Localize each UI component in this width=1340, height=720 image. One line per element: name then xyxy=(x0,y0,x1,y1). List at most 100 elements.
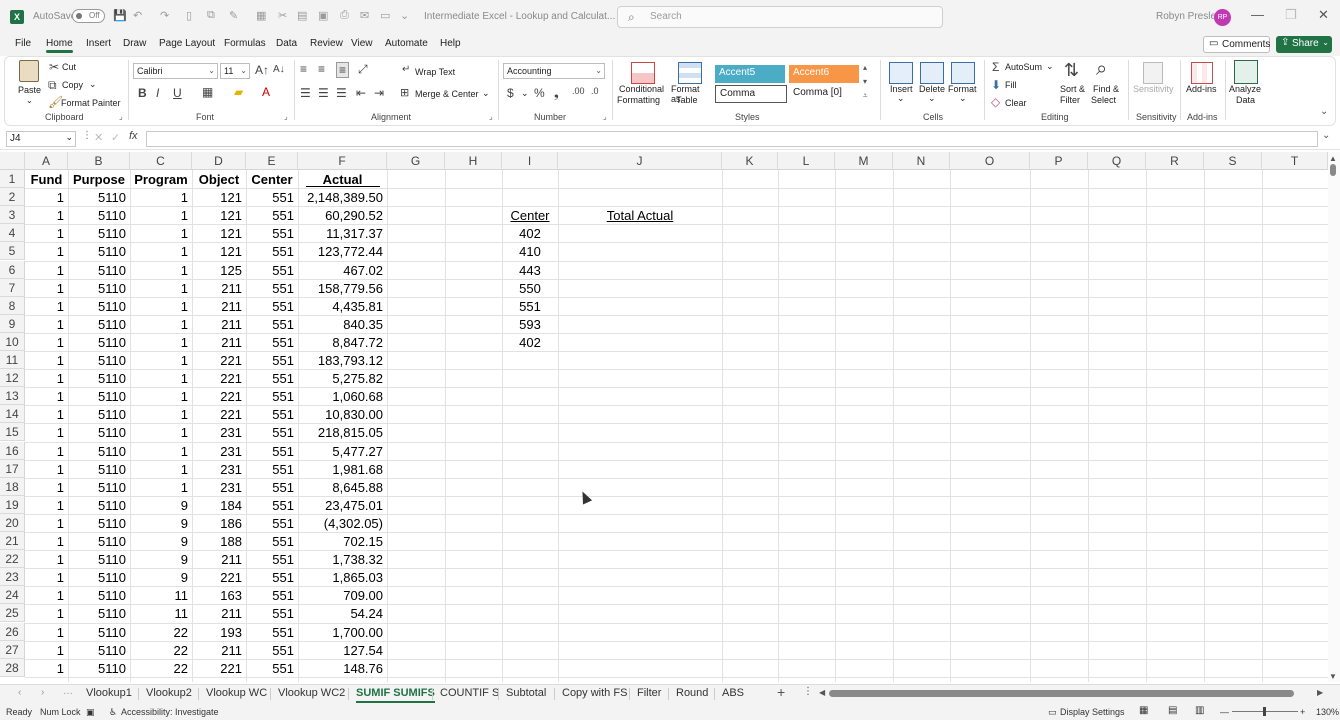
comments-button[interactable]: ▭ Comments xyxy=(1203,36,1270,53)
table-cell[interactable]: 211 xyxy=(192,333,246,351)
doc-qat-icon[interactable]: ▤ xyxy=(297,9,307,22)
table-cell[interactable]: 11 xyxy=(130,604,192,622)
table-cell[interactable]: 1 xyxy=(25,405,68,423)
avatar[interactable]: RP xyxy=(1214,9,1231,26)
prev-sheet-icon[interactable]: ‹ xyxy=(18,687,21,698)
sheet-tab[interactable]: Round xyxy=(676,687,708,699)
table-cell[interactable]: 221 xyxy=(192,369,246,387)
autosum-button[interactable]: AutoSum xyxy=(1005,62,1042,72)
decrease-decimal-icon[interactable]: .0 xyxy=(591,86,599,96)
sheet-tab[interactable]: Filter xyxy=(637,687,661,699)
table-cell[interactable]: 840.35 xyxy=(298,315,387,333)
row-header[interactable]: 1 xyxy=(0,170,25,188)
table-cell[interactable]: 211 xyxy=(192,279,246,297)
table-cell[interactable]: 8,847.72 xyxy=(298,333,387,351)
redo-icon[interactable]: ↷ xyxy=(160,9,169,22)
row-header[interactable]: 10 xyxy=(0,332,25,351)
find-select-button[interactable]: ⌕ Find & Select xyxy=(1090,58,1122,106)
format-painter-button[interactable]: Format Painter xyxy=(61,98,121,108)
column-header-l[interactable]: L xyxy=(778,152,835,170)
table-cell[interactable]: 22 xyxy=(130,659,192,677)
row-header[interactable]: 28 xyxy=(0,658,25,677)
column-header-k[interactable]: K xyxy=(722,152,778,170)
summary-center-header[interactable]: Center xyxy=(502,206,558,224)
mail-qat-icon[interactable]: ✉ xyxy=(360,9,369,22)
table-cell[interactable]: 5110 xyxy=(68,351,130,369)
table-cell[interactable]: 5110 xyxy=(68,279,130,297)
summary-total-header[interactable]: Total Actual xyxy=(558,206,722,224)
wrap-text-icon[interactable]: ↵ xyxy=(402,64,410,75)
table-cell[interactable]: 23,475.01 xyxy=(298,496,387,514)
table-cell[interactable]: 551 xyxy=(246,532,298,550)
table-cell[interactable]: 1 xyxy=(130,242,192,260)
table-cell[interactable]: 551 xyxy=(246,261,298,279)
dialog-launcher-icon[interactable]: ⌟ xyxy=(489,112,493,121)
table-cell[interactable]: 551 xyxy=(246,333,298,351)
style-comma0[interactable]: Comma [0] xyxy=(789,85,859,103)
table-cell[interactable]: 1 xyxy=(25,351,68,369)
minimize-icon[interactable]: — xyxy=(1251,7,1264,22)
table-cell[interactable]: 1 xyxy=(130,333,192,351)
column-header-m[interactable]: M xyxy=(835,152,893,170)
summary-center-cell[interactable]: 551 xyxy=(502,297,558,315)
table-cell[interactable]: 1 xyxy=(25,586,68,604)
table-cell[interactable]: 8,645.88 xyxy=(298,478,387,496)
table-cell[interactable]: 1 xyxy=(130,405,192,423)
column-header-h[interactable]: H xyxy=(445,152,502,170)
column-header-g[interactable]: G xyxy=(387,152,445,170)
table-cell[interactable]: 1 xyxy=(130,423,192,441)
delete-cells-button[interactable]: Delete ⌄ xyxy=(918,60,946,106)
more-styles-icon[interactable]: ⩡ xyxy=(863,91,868,101)
column-header-t[interactable]: T xyxy=(1262,152,1328,170)
table-cell[interactable]: 551 xyxy=(246,496,298,514)
table-cell[interactable]: 211 xyxy=(192,297,246,315)
table-cell[interactable]: 1 xyxy=(130,261,192,279)
more-icon[interactable]: ⋮ xyxy=(82,130,92,141)
column-header-a[interactable]: A xyxy=(25,152,68,170)
table-cell[interactable]: 1 xyxy=(25,550,68,568)
align-center-icon[interactable]: ☰ xyxy=(318,86,329,100)
menu-automate[interactable]: Automate xyxy=(385,38,428,49)
align-bottom-icon[interactable]: ≡ xyxy=(336,62,350,78)
menu-review[interactable]: Review xyxy=(310,38,343,49)
chevron-down-icon[interactable]: ⌄ xyxy=(482,88,490,99)
table-cell[interactable]: 551 xyxy=(246,641,298,659)
table-qat-icon[interactable]: ▦ xyxy=(256,9,266,22)
table-cell[interactable]: 9 xyxy=(130,496,192,514)
scroll-down-icon[interactable]: ▼ xyxy=(1329,672,1337,681)
table-cell[interactable]: 123,772.44 xyxy=(298,242,387,260)
row-header[interactable]: 18 xyxy=(0,477,25,496)
table-cell[interactable]: 5110 xyxy=(68,242,130,260)
document-title[interactable]: Intermediate Excel - Lookup and Calculat… xyxy=(424,11,615,22)
print-qat-icon[interactable]: ⎙ xyxy=(340,9,349,22)
table-cell[interactable]: 5110 xyxy=(68,478,130,496)
display-settings-button[interactable]: Display Settings xyxy=(1060,707,1125,717)
table-cell[interactable]: 551 xyxy=(246,242,298,260)
table-cell[interactable]: 231 xyxy=(192,442,246,460)
menu-draw[interactable]: Draw xyxy=(123,38,146,49)
eraser-icon[interactable]: ◇ xyxy=(991,95,1000,109)
table-cell[interactable]: 1 xyxy=(130,315,192,333)
style-comma[interactable]: Comma xyxy=(715,85,787,103)
summary-center-cell[interactable]: 443 xyxy=(502,261,558,279)
table-cell[interactable]: 5110 xyxy=(68,532,130,550)
column-header-s[interactable]: S xyxy=(1204,152,1262,170)
table-cell[interactable]: 1 xyxy=(130,188,192,206)
sheet-options-icon[interactable]: ⋮ xyxy=(803,686,813,697)
table-cell[interactable]: 1,700.00 xyxy=(298,623,387,641)
column-header-i[interactable]: I xyxy=(502,152,558,170)
fill-color-icon[interactable]: ▰ xyxy=(234,85,243,99)
table-cell[interactable]: 1 xyxy=(130,478,192,496)
table-cell[interactable]: 184 xyxy=(192,496,246,514)
row-header[interactable]: 2 xyxy=(0,188,25,207)
table-cell[interactable]: 1,865.03 xyxy=(298,568,387,586)
display-settings-icon[interactable]: ▭ xyxy=(1048,707,1057,718)
header-cell-center[interactable]: Center xyxy=(246,170,298,188)
table-cell[interactable]: 5110 xyxy=(68,604,130,622)
paste-button[interactable]: Paste ⌄ xyxy=(16,60,42,106)
summary-center-cell[interactable]: 550 xyxy=(502,279,558,297)
column-header-j[interactable]: J xyxy=(558,152,722,170)
table-cell[interactable]: 5110 xyxy=(68,206,130,224)
sheet-tab[interactable]: Subtotal xyxy=(506,687,546,699)
table-cell[interactable]: 1 xyxy=(130,279,192,297)
